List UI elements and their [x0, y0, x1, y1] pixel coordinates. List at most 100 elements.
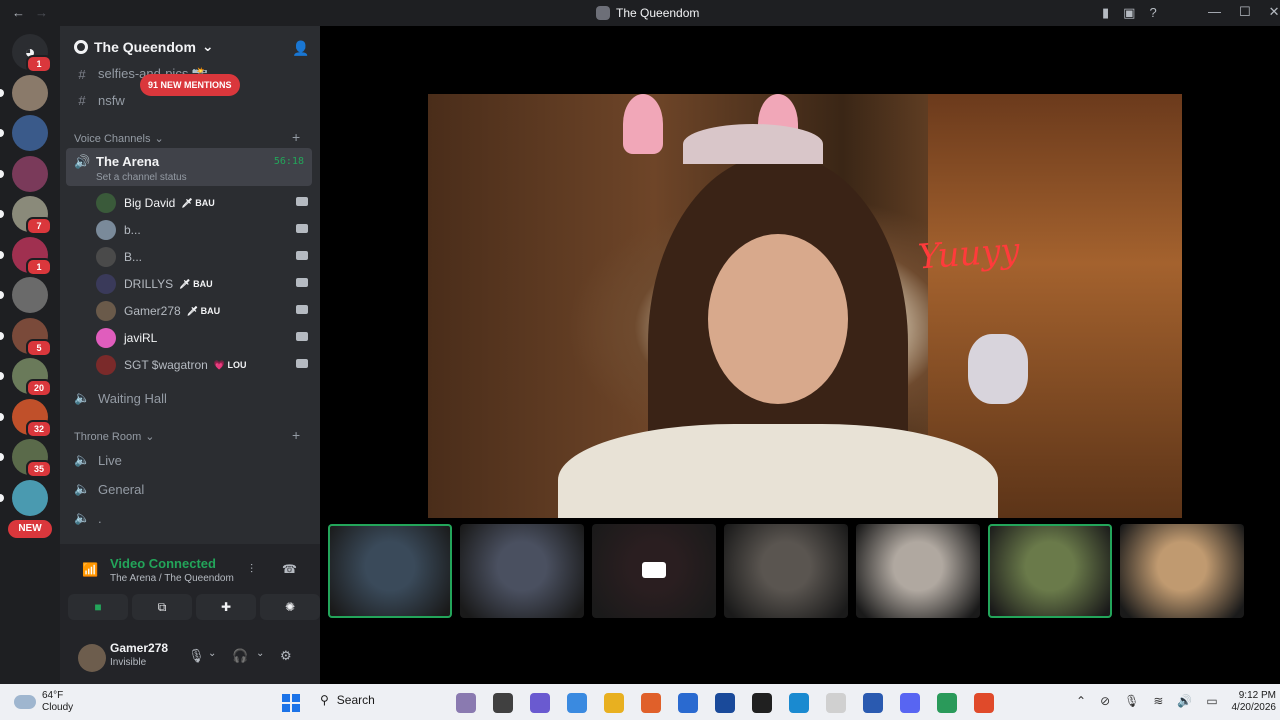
microphone-icon[interactable]: 🎙	[188, 648, 205, 664]
voice-member[interactable]: Gamer278 🗡 BAU	[96, 299, 314, 323]
title-icons: ▮ ▣ ?	[1102, 5, 1157, 21]
headphones-icon[interactable]: 🎧	[232, 648, 248, 664]
wifi-icon[interactable]: ≋	[1153, 694, 1163, 708]
signal-icon[interactable]: 📶	[82, 562, 98, 578]
voice-member[interactable]: b...	[96, 218, 314, 242]
server-icon[interactable]: 1	[0, 236, 52, 276]
search-label: Search	[336, 693, 375, 707]
participant-video[interactable]	[328, 524, 452, 618]
voice-member[interactable]: DRILLYS 🗡 BAU	[96, 272, 314, 296]
taskbar-app-icon[interactable]	[752, 693, 772, 713]
voice-member[interactable]: javiRL	[96, 326, 314, 350]
taskbar-app-icon[interactable]	[900, 693, 920, 713]
participant-video[interactable]	[856, 524, 980, 618]
taskbar-app-icon[interactable]	[974, 693, 994, 713]
back-icon[interactable]: ←	[12, 5, 25, 20]
username[interactable]: Gamer278	[110, 641, 168, 655]
server-icon[interactable]	[0, 155, 48, 192]
taskbar-app-icon[interactable]	[641, 693, 661, 713]
clock[interactable]: 9:12 PM 4/20/2026	[1226, 690, 1277, 714]
taskbar-app-icon[interactable]	[493, 693, 513, 713]
voice-status-title[interactable]: Video Connected	[110, 556, 216, 571]
forward-icon[interactable]: →	[35, 5, 48, 20]
disconnect-icon[interactable]: ☎	[282, 562, 297, 576]
voice-channel-dot[interactable]: 🔈 .	[74, 510, 102, 526]
camera-button[interactable]: ■	[68, 594, 128, 620]
participant-video[interactable]	[988, 524, 1112, 618]
voice-channel-arena[interactable]: 🔊 The Arena Set a channel status 56:18	[66, 148, 312, 186]
taskbar-app-icon[interactable]	[937, 693, 957, 713]
close-button[interactable]: ✕	[1269, 4, 1280, 20]
new-servers-pill[interactable]: NEW	[8, 520, 52, 538]
server-icon[interactable]	[0, 479, 48, 516]
voice-channel-waiting-hall[interactable]: 🔈 Waiting Hall	[74, 390, 167, 406]
weather-widget[interactable]: 64°F Cloudy	[14, 690, 73, 714]
camera-icon	[296, 359, 308, 368]
server-icon[interactable]	[0, 115, 48, 151]
new-mentions-pill[interactable]: 91 NEW MENTIONS	[140, 74, 240, 96]
bookmark-icon[interactable]: ▮	[1102, 5, 1109, 21]
taskbar-app-icon[interactable]	[678, 693, 698, 713]
participant-video[interactable]	[460, 524, 584, 618]
chevron-down-icon[interactable]: ⌄	[256, 648, 264, 659]
category-throne-room[interactable]: Throne Room ⌄	[74, 430, 154, 444]
channel-nsfw[interactable]: # nsfw	[74, 93, 124, 108]
maximize-button[interactable]: ☐	[1239, 4, 1251, 20]
server-icon[interactable]: 32	[0, 398, 52, 438]
taskbar-app-icon[interactable]	[530, 693, 550, 713]
taskbar-app-icon[interactable]	[456, 693, 476, 713]
avatar[interactable]	[78, 644, 106, 672]
category-label: Voice Channels	[74, 132, 151, 145]
server-icon[interactable]	[0, 277, 48, 313]
voice-status-subtitle[interactable]: The Arena / The Queendom	[110, 573, 234, 584]
chevron-down-icon[interactable]: ⌄	[208, 648, 216, 659]
category-voice-channels[interactable]: Voice Channels ⌄	[74, 132, 164, 146]
server-icon[interactable]: 7	[0, 196, 52, 235]
voice-channel-general[interactable]: 🔈 General	[74, 481, 144, 497]
focused-video[interactable]: Yuuyy	[428, 94, 1182, 518]
unread-pill	[0, 372, 4, 380]
participant-video[interactable]	[1120, 524, 1244, 618]
participant-video[interactable]	[724, 524, 848, 618]
voice-member[interactable]: SGT $wagatron 💗 LOU	[96, 353, 314, 377]
volume-icon[interactable]: 🔊	[1177, 694, 1192, 708]
server-badge-icon	[74, 39, 88, 54]
chevron-up-icon[interactable]: ⌃	[1076, 694, 1086, 708]
taskbar-app-icon[interactable]	[863, 693, 883, 713]
voice-member[interactable]: Big David 🗡 BAU	[96, 191, 314, 215]
server-icon[interactable]: 20	[0, 358, 52, 397]
voice-member[interactable]: B...	[96, 245, 314, 269]
minimize-button[interactable]: —	[1208, 4, 1221, 20]
help-icon[interactable]: ?	[1149, 5, 1156, 21]
taskbar-app-icon[interactable]	[826, 693, 846, 713]
start-button[interactable]	[282, 694, 300, 712]
taskbar-app-icon[interactable]	[789, 693, 809, 713]
mention-badge: 1	[26, 55, 52, 73]
invite-icon[interactable]: 👤	[292, 40, 309, 57]
avatar	[96, 274, 116, 294]
activities-button[interactable]: ✚	[196, 594, 256, 620]
taskbar-app-icon[interactable]	[604, 693, 624, 713]
soundboard-button[interactable]: ✺	[260, 594, 320, 620]
taskbar-app-icon[interactable]	[715, 693, 735, 713]
cloud-icon	[14, 695, 36, 709]
server-icon[interactable]: 5	[0, 317, 52, 357]
taskbar-app-icon[interactable]	[567, 693, 587, 713]
home-button[interactable]: ◕ 1	[12, 34, 52, 73]
noise-suppression-icon[interactable]: ⫶	[250, 562, 253, 577]
network-off-icon[interactable]: ⊘	[1100, 694, 1110, 708]
inbox-icon[interactable]: ▣	[1123, 5, 1135, 21]
channel-status[interactable]: Set a channel status	[96, 172, 187, 183]
server-icon[interactable]: 35	[0, 439, 52, 478]
add-channel-icon[interactable]: +	[292, 427, 300, 443]
screen-share-button[interactable]: ⧉	[132, 594, 192, 620]
participant-video[interactable]	[592, 524, 716, 618]
gear-icon[interactable]: ⚙	[280, 648, 292, 664]
microphone-icon[interactable]: 🎙	[1124, 694, 1139, 708]
server-header[interactable]: The Queendom ⌄	[74, 38, 214, 55]
taskbar-search[interactable]: ⚲ Search	[320, 693, 375, 707]
voice-channel-live[interactable]: 🔈 Live	[74, 452, 122, 468]
add-channel-icon[interactable]: +	[292, 129, 300, 145]
server-icon[interactable]	[0, 74, 48, 111]
battery-icon[interactable]: ▭	[1206, 694, 1217, 708]
